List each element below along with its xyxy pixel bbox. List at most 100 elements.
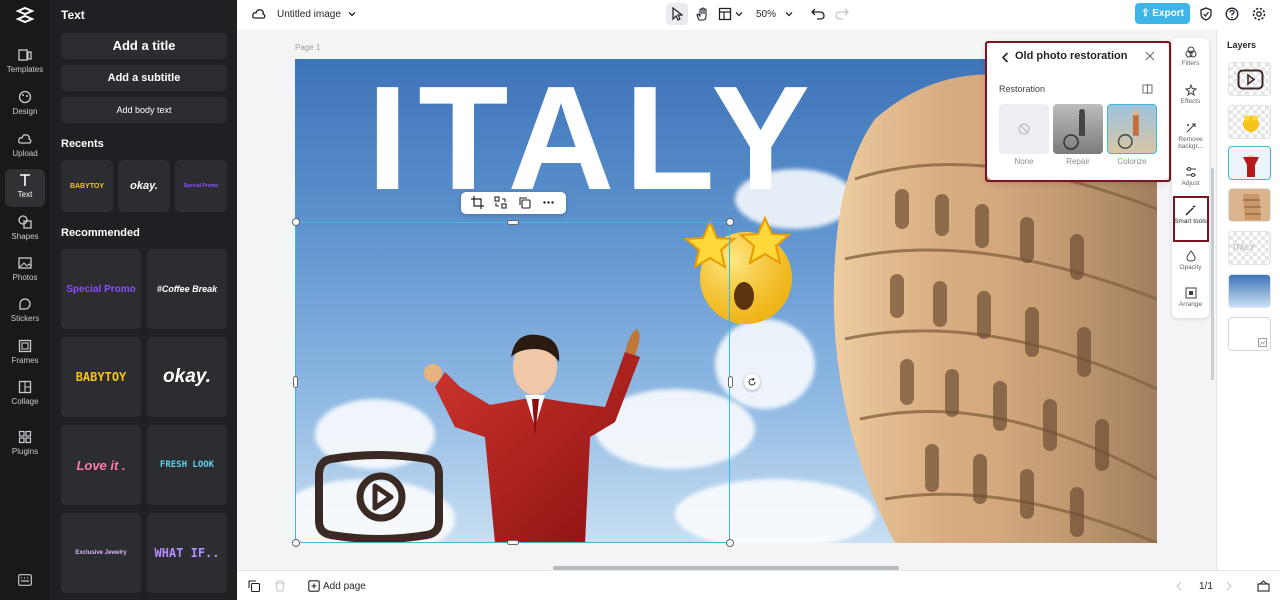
layer-thumbnail-play-sticker[interactable] <box>1228 62 1271 96</box>
recommended-heading: Recommended <box>61 227 140 239</box>
cloud-save-icon[interactable] <box>252 7 266 21</box>
tool-effects[interactable]: Effects <box>1172 84 1209 105</box>
leaning-tower-image <box>1243 194 1261 220</box>
upload-cloud-icon <box>18 134 32 144</box>
duplicate-page-icon[interactable] <box>248 580 260 592</box>
resize-handle[interactable] <box>728 376 733 388</box>
recommended-text-style[interactable]: WHAT IF.. <box>147 513 227 593</box>
adjust-icon <box>1185 167 1196 177</box>
add-page-icon[interactable] <box>308 580 320 592</box>
layer-thumbnail-person[interactable] <box>1228 146 1271 180</box>
layer-thumbnail-emoji[interactable] <box>1228 105 1271 139</box>
rotate-handle[interactable] <box>744 374 760 390</box>
rail-label: Templates <box>6 65 44 74</box>
resize-handle[interactable] <box>292 539 300 547</box>
italy-headline[interactable]: ITALY <box>367 65 820 213</box>
resize-handle[interactable] <box>507 220 519 225</box>
recommended-text-style[interactable]: BABYTOY <box>61 337 141 417</box>
recommended-text-style[interactable]: #Coffee Break <box>147 249 227 329</box>
layer-thumbnail-tower[interactable] <box>1228 188 1271 222</box>
tool-adjust[interactable]: Adjust <box>1172 166 1209 187</box>
resize-handle[interactable] <box>726 218 734 226</box>
resize-handle[interactable] <box>507 540 519 545</box>
restoration-option-repair[interactable] <box>1053 104 1103 154</box>
rail-item-collage[interactable]: Collage <box>5 376 45 414</box>
layout-icon[interactable] <box>718 7 732 21</box>
recommended-text-style[interactable]: okay. <box>147 337 227 417</box>
compare-icon[interactable] <box>1142 84 1153 94</box>
tool-label: Smart tools <box>1174 218 1207 225</box>
vertical-scrollbar[interactable] <box>1211 168 1214 380</box>
document-title[interactable]: Untitled image <box>277 9 341 20</box>
top-bar: Untitled image 50% ⇪ Export <box>237 0 1280 30</box>
crop-icon[interactable] <box>471 196 484 209</box>
layer-thumbnail-background[interactable] <box>1228 317 1271 351</box>
rail-item-upload[interactable]: Upload <box>5 128 45 166</box>
undo-icon[interactable] <box>811 7 825 21</box>
tool-opacity[interactable]: Opacity <box>1172 250 1209 271</box>
tool-remove-background[interactable]: Remove backgr... <box>1172 122 1209 150</box>
settings-gear-icon[interactable] <box>1252 7 1266 21</box>
layers-panel: Layers ITALY <box>1216 30 1280 570</box>
duplicate-icon[interactable] <box>518 196 531 209</box>
more-options-icon[interactable] <box>542 196 555 209</box>
panel-title: Text <box>61 8 85 22</box>
select-tool-button[interactable] <box>666 3 688 25</box>
add-body-text-button[interactable]: Add body text <box>61 97 227 123</box>
rail-item-design[interactable]: Design <box>5 86 45 124</box>
shield-icon[interactable] <box>1199 7 1213 21</box>
tool-arrange[interactable]: Arrange <box>1172 287 1209 308</box>
restoration-option-none[interactable] <box>999 104 1049 154</box>
redo-icon[interactable] <box>835 7 849 21</box>
repair-preview-thumbnail <box>1063 109 1085 150</box>
resize-handle[interactable] <box>293 376 298 388</box>
layer-thumbnail-headline[interactable]: ITALY <box>1228 231 1271 265</box>
layer-thumbnail-sky[interactable] <box>1228 274 1271 308</box>
close-icon[interactable] <box>1145 51 1155 61</box>
add-subtitle-button[interactable]: Add a subtitle <box>61 65 227 91</box>
selection-box[interactable] <box>295 222 730 543</box>
horizontal-scrollbar[interactable] <box>553 566 899 570</box>
back-chevron-icon[interactable] <box>1001 52 1010 63</box>
add-title-button[interactable]: Add a title <box>61 33 227 59</box>
recommended-text-style[interactable]: FRESH LOOK <box>147 425 227 505</box>
recommended-text-style[interactable]: Special Promo <box>61 249 141 329</box>
rail-item-stickers[interactable]: Stickers <box>5 293 45 331</box>
photos-icon <box>18 257 32 269</box>
recent-text-style[interactable]: okay. <box>118 160 170 212</box>
hand-icon[interactable] <box>695 7 709 21</box>
rail-item-photos[interactable]: Photos <box>5 252 45 290</box>
resize-handle[interactable] <box>726 539 734 547</box>
rail-item-frames[interactable]: Frames <box>5 335 45 373</box>
rail-item-shapes[interactable]: Shapes <box>5 211 45 249</box>
recommended-text-style[interactable]: Love it . <box>61 425 141 505</box>
recent-text-style[interactable]: Special Promo <box>175 160 227 212</box>
capcut-logo-icon[interactable] <box>14 4 36 26</box>
tool-smart-tools[interactable]: Smart tools <box>1172 204 1209 225</box>
resize-handle[interactable] <box>292 218 300 226</box>
zoom-level[interactable]: 50% <box>756 9 776 20</box>
templates-icon <box>18 49 32 61</box>
next-page-icon[interactable] <box>1225 581 1233 591</box>
help-icon[interactable] <box>1225 7 1239 21</box>
trash-icon[interactable] <box>274 580 286 592</box>
restoration-option-colorize[interactable] <box>1107 104 1157 154</box>
rail-item-text[interactable]: Text <box>5 169 45 207</box>
pages-overview-icon[interactable] <box>1257 580 1270 592</box>
chevron-down-icon[interactable] <box>734 9 744 19</box>
image-tools-column: Filters Effects Remove backgr... Adjust … <box>1172 38 1209 318</box>
layers-heading: Layers <box>1227 40 1257 50</box>
chevron-down-icon[interactable] <box>347 9 357 19</box>
tool-filters[interactable]: Filters <box>1172 46 1209 67</box>
export-button[interactable]: ⇪ Export <box>1135 3 1190 24</box>
rail-item-plugins[interactable]: Plugins <box>5 426 45 464</box>
frames-icon <box>18 339 32 353</box>
keyboard-icon[interactable] <box>18 574 32 586</box>
rail-item-templates[interactable]: Templates <box>5 44 45 82</box>
recommended-text-style[interactable]: Exclusive Jewelry <box>61 513 141 593</box>
previous-page-icon[interactable] <box>1175 581 1183 591</box>
remove-background-icon[interactable] <box>494 196 507 209</box>
recent-text-style[interactable]: BABYTOY <box>61 160 113 212</box>
add-page-button[interactable]: Add page <box>323 581 366 592</box>
chevron-down-icon[interactable] <box>784 9 794 19</box>
